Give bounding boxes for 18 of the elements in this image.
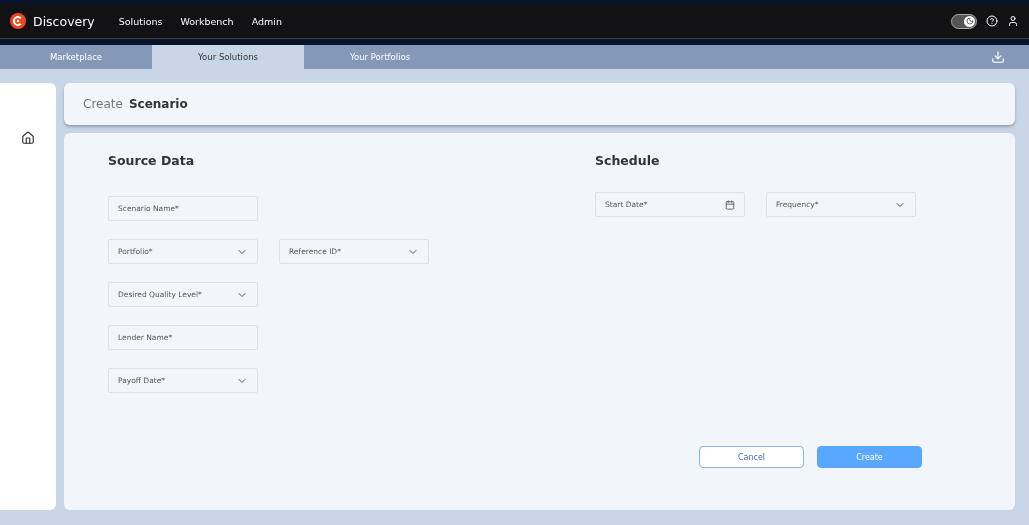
- calendar-icon: [725, 199, 735, 210]
- download-icon[interactable]: [991, 50, 1005, 64]
- nav-link[interactable]: Solutions: [118, 15, 163, 27]
- logo-icon: [10, 13, 26, 29]
- page-title-prefix: Create: [83, 97, 123, 111]
- tab[interactable]: Your Solutions: [152, 45, 304, 69]
- theme-toggle[interactable]: [951, 13, 977, 29]
- user-icon[interactable]: [1007, 15, 1019, 27]
- nav-link[interactable]: Workbench: [180, 15, 234, 27]
- moon-icon: [965, 17, 974, 25]
- brand-name: Discovery: [33, 13, 95, 29]
- nav-link[interactable]: Admin: [251, 15, 282, 27]
- home-icon[interactable]: [21, 131, 35, 145]
- section-title: Source Data: [108, 153, 196, 170]
- cancel-button[interactable]: Cancel: [699, 446, 804, 468]
- section-title: Schedule: [595, 153, 661, 170]
- page-title: Scenario: [128, 97, 188, 111]
- help-icon[interactable]: [986, 15, 998, 27]
